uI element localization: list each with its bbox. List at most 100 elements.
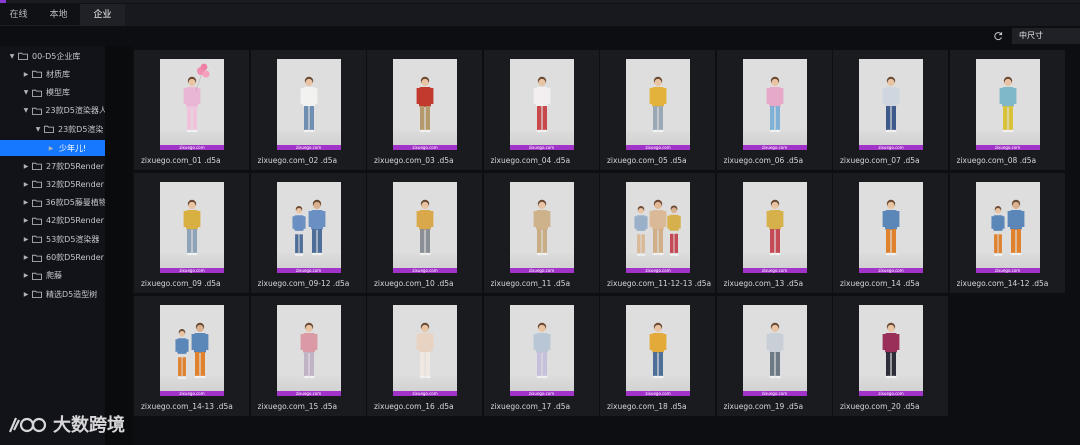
asset-filename: zixuego.com_03 .d5a (374, 156, 454, 165)
logo-text: 大数跨境 (53, 415, 125, 436)
tab-enterprise[interactable]: 企业 (80, 4, 125, 26)
asset-card[interactable]: zixuego.com zixuego.com_14-12 .d5a (949, 173, 1065, 293)
sidebar-tree-item[interactable]: ▼ 23款D5渲染 (0, 121, 105, 137)
folder-icon (32, 290, 43, 299)
caret-right-icon[interactable]: ▶ (22, 71, 30, 78)
folder-icon (32, 162, 43, 171)
sidebar-tree-item[interactable]: ▼ 23款D5渲染器人 (0, 103, 105, 119)
caret-right-icon[interactable]: ▶ (47, 145, 55, 152)
asset-card[interactable]: zixuego.com zixuego.com_01 .d5a (134, 50, 249, 170)
asset-thumbnail: zixuego.com (742, 182, 807, 273)
caret-right-icon[interactable]: ▶ (22, 254, 30, 261)
asset-thumbnail: zixuego.com (276, 182, 341, 273)
sidebar-tree-item[interactable]: ▶ 32款D5Render (0, 176, 105, 192)
asset-filename: zixuego.com_04 .d5a (490, 156, 571, 165)
sidebar-tree-item-label: 模型库 (46, 88, 70, 98)
asset-card[interactable]: zixuego.com zixuego.com_10 .d5a (367, 173, 482, 293)
caret-right-icon[interactable]: ▶ (22, 199, 30, 206)
asset-filename: zixuego.com_14 .d5a (840, 279, 920, 288)
asset-card[interactable]: zixuego.com zixuego.com_14 .d5a (833, 173, 948, 293)
sidebar-tree-item[interactable]: ▶ 53款D5渲染器 (0, 231, 105, 247)
asset-card[interactable]: zixuego.com zixuego.com_14-13 .d5a (134, 296, 249, 416)
sidebar-tree-item-label: 32款D5Render (46, 179, 104, 189)
sidebar-tree-item[interactable]: ▶ 爬藤 (0, 268, 105, 284)
asset-card[interactable]: zixuego.com zixuego.com_11-12-13 .d5a (600, 173, 715, 293)
asset-thumbnail: zixuego.com (276, 59, 341, 150)
asset-thumbnail: zixuego.com (626, 305, 690, 396)
thumbnail-watermark: zixuego.com (859, 268, 923, 273)
logo-mark-icon (8, 417, 47, 433)
thumbnail-watermark: zixuego.com (742, 391, 807, 396)
sidebar-tree-item-label: 60款D5Render (46, 253, 104, 262)
thumbnail-watermark: zixuego.com (626, 145, 690, 150)
sidebar-tree-item[interactable]: ▶ 36款D5藤曼植物 (0, 195, 105, 211)
sidebar-tree-item[interactable]: ▶ 精选D5造型树 (0, 286, 105, 302)
toolbar (0, 26, 1080, 46)
asset-card[interactable]: zixuego.com zixuego.com_19 .d5a (716, 296, 832, 416)
sidebar-tree-item-label: 53款D5渲染器 (46, 234, 100, 244)
thumbnail-watermark: zixuego.com (742, 145, 807, 150)
sidebar-tree: ▼ 00-D5企业库 ▶ 材质库 ▼ 模型库 ▼ 23款D5渲染器人 ▼ 23款D5渲染 ▶ 少年儿!… (0, 46, 105, 445)
sidebar-tree-item[interactable]: ▼ 00-D5企业库 (0, 48, 105, 64)
asset-card[interactable]: zixuego.com zixuego.com_15 .d5a (250, 296, 366, 416)
thumbnail-watermark: zixuego.com (276, 391, 341, 396)
asset-thumbnail: zixuego.com (742, 305, 807, 396)
asset-card[interactable]: zixuego.com zixuego.com_09 .d5a (134, 173, 249, 293)
asset-filename: zixuego.com_08 .d5a (956, 156, 1037, 165)
sidebar-tree-item-label: 42款D5Render (46, 216, 104, 226)
asset-card[interactable]: zixuego.com zixuego.com_17 .d5a (483, 296, 599, 416)
sidebar-tree-item[interactable]: ▶ 材质库 (0, 66, 105, 82)
sidebar-tree-item-label: 23款D5渲染器人 (45, 106, 105, 116)
asset-card[interactable]: zixuego.com zixuego.com_06 .d5a (716, 50, 832, 170)
asset-card[interactable]: zixuego.com zixuego.com_03 .d5a (367, 50, 482, 170)
caret-right-icon[interactable]: ▶ (22, 181, 30, 188)
asset-card[interactable]: zixuego.com zixuego.com_08 .d5a (949, 50, 1065, 170)
asset-card[interactable]: zixuego.com zixuego.com_04 .d5a (483, 50, 599, 170)
asset-filename: zixuego.com_11 .d5a (490, 279, 571, 288)
asset-filename: zixuego.com_11-12-13 .d5a (607, 279, 712, 288)
asset-card[interactable]: zixuego.com zixuego.com_11 .d5a (483, 173, 599, 293)
sidebar-tree-item[interactable]: ▶ 42款D5Render (0, 213, 105, 229)
asset-thumbnail: zixuego.com (393, 305, 457, 396)
asset-thumbnail: zixuego.com (509, 59, 574, 150)
thumbnail-watermark: zixuego.com (276, 145, 341, 150)
tab-online[interactable]: 在线 (0, 4, 37, 26)
asset-card[interactable]: zixuego.com zixuego.com_02 .d5a (250, 50, 366, 170)
thumbnail-watermark: zixuego.com (393, 268, 457, 273)
caret-right-icon[interactable]: ▶ (22, 236, 30, 243)
caret-down-icon[interactable]: ▼ (22, 107, 30, 114)
asset-card[interactable]: zixuego.com zixuego.com_16 .d5a (367, 296, 482, 416)
thumbnail-watermark: zixuego.com (276, 268, 341, 273)
asset-card[interactable]: zixuego.com zixuego.com_13 .d5a (716, 173, 832, 293)
folder-icon (32, 88, 43, 97)
caret-down-icon[interactable]: ▼ (22, 89, 30, 96)
asset-thumbnail: zixuego.com (859, 59, 923, 150)
watermark-logo: 大数跨境 (8, 412, 125, 436)
sidebar-tree-item[interactable]: ▶ 27款D5Render (0, 158, 105, 174)
caret-right-icon[interactable]: ▶ (22, 272, 30, 279)
sidebar-tree-item-label: 27款D5Render (46, 161, 104, 171)
refresh-button[interactable] (990, 28, 1006, 44)
sidebar-tree-item[interactable]: ▶ 少年儿! (0, 140, 105, 156)
tab-bar: 在线 本地 企业 (0, 0, 1080, 26)
thumbnail-size-select[interactable]: 中尺寸 (1012, 28, 1080, 44)
asset-card[interactable]: zixuego.com zixuego.com_09-12 .d5a (250, 173, 366, 293)
caret-down-icon[interactable]: ▼ (34, 126, 42, 133)
asset-card[interactable]: zixuego.com zixuego.com_18 .d5a (600, 296, 715, 416)
asset-thumbnail: zixuego.com (160, 305, 224, 396)
tab-local[interactable]: 本地 (37, 4, 80, 26)
asset-card[interactable]: zixuego.com zixuego.com_05 .d5a (600, 50, 715, 170)
asset-card[interactable]: zixuego.com zixuego.com_07 .d5a (833, 50, 948, 170)
asset-thumbnail: zixuego.com (975, 59, 1040, 150)
caret-right-icon[interactable]: ▶ (22, 217, 30, 224)
sidebar-tree-item[interactable]: ▶ 60款D5Render (0, 250, 105, 266)
asset-filename: zixuego.com_14-12 .d5a (956, 279, 1049, 288)
refresh-icon (994, 32, 1003, 41)
sidebar-tree-item[interactable]: ▼ 模型库 (0, 85, 105, 101)
caret-down-icon[interactable]: ▼ (8, 53, 16, 60)
asset-card[interactable]: zixuego.com zixuego.com_20 .d5a (833, 296, 948, 416)
caret-right-icon[interactable]: ▶ (22, 163, 30, 170)
folder-icon (31, 198, 43, 207)
caret-right-icon[interactable]: ▶ (22, 291, 30, 298)
asset-filename: zixuego.com_16 .d5a (374, 402, 454, 411)
